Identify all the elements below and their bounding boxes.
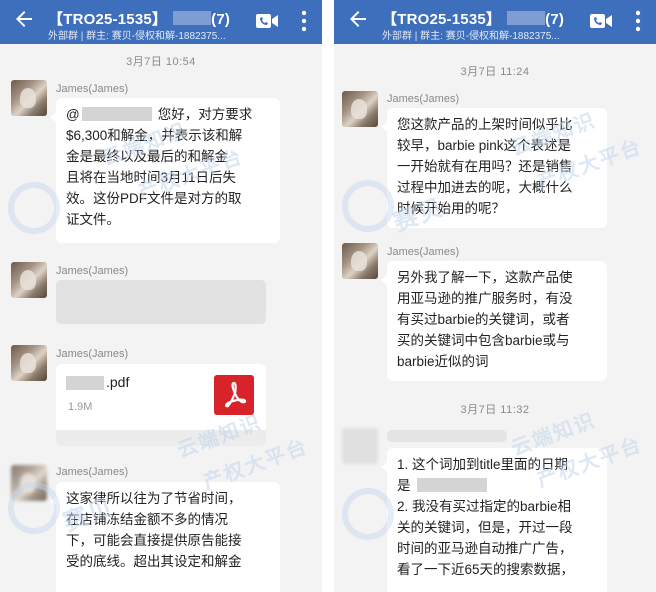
message-bubble[interactable]: 这家律所以往为了节省时间， 在店铺冻结金额不多的情况 下，可能会直接提供原告能接… bbox=[50, 482, 280, 592]
avatar[interactable] bbox=[342, 428, 378, 464]
message-line: 您这款产品的上架时间似乎比 bbox=[397, 117, 573, 132]
redacted-mention bbox=[81, 107, 152, 121]
message-line: @ 您好，对方要求 bbox=[66, 107, 253, 122]
redacted-sender bbox=[387, 430, 507, 442]
message-line: 过程中加进去的呢，大概什么 bbox=[397, 180, 573, 195]
sender-name: James(James) bbox=[387, 93, 460, 105]
chat-subtitle: 外部群 | 群主: 赛贝-侵权和解-1882375... bbox=[48, 31, 226, 42]
message-line: 金是最终以及最后的和解金 bbox=[66, 149, 228, 164]
message-line: 1. 这个词加到title里面的日期 bbox=[397, 457, 569, 472]
message-line: 下，可能会直接提供原告能接 bbox=[66, 533, 242, 548]
avatar[interactable] bbox=[11, 345, 47, 381]
video-call-icon[interactable] bbox=[590, 12, 612, 30]
chat-title: 【TRO25-1535】 (7) bbox=[48, 11, 231, 28]
timestamp: 3月7日 10:54 bbox=[126, 56, 196, 68]
message-bubble[interactable]: 1. 这个词加到title里面的日期 是 2. 我没有买过指定的barbie相 … bbox=[381, 448, 607, 592]
redacted-message[interactable] bbox=[56, 280, 266, 324]
message-line: 且将在当地时间3月11日后失 bbox=[66, 170, 237, 185]
chat-header: 【TRO25-1535】 (7) 外部群 | 群主: 赛贝-侵权和解-188237… bbox=[334, 0, 656, 44]
message-line: 这家律所以往为了节省时间， bbox=[66, 491, 242, 506]
message-line: 证文件。 bbox=[66, 212, 120, 227]
file-size: 1.9M bbox=[68, 401, 93, 413]
chat-title: 【TRO25-1535】 (7) bbox=[382, 11, 565, 28]
file-footer bbox=[56, 430, 266, 446]
more-vertical-icon[interactable] bbox=[301, 10, 307, 32]
redacted-name bbox=[507, 11, 546, 25]
message-line: 2. 我没有买过指定的barbie相 bbox=[397, 499, 572, 514]
avatar[interactable] bbox=[11, 465, 47, 501]
sender-name: James(James) bbox=[56, 466, 129, 478]
timestamp: 3月7日 11:24 bbox=[460, 66, 530, 78]
video-call-icon[interactable] bbox=[256, 12, 278, 30]
sender-name: James(James) bbox=[56, 83, 129, 95]
timestamp: 3月7日 11:32 bbox=[460, 404, 530, 416]
message-line: 关的关键词，但是，开过一段 bbox=[397, 520, 573, 535]
more-vertical-icon[interactable] bbox=[635, 10, 641, 32]
file-message[interactable]: .pdf 1.9M bbox=[56, 364, 266, 446]
message-line: barbie近似的词 bbox=[397, 354, 489, 369]
chat-header: 【TRO25-1535】 (7) 外部群 | 群主: 赛贝-侵权和解-188237… bbox=[0, 0, 322, 44]
sender-name: James(James) bbox=[56, 348, 129, 360]
message-line: 受的底线。超出其设定和解金 bbox=[66, 554, 242, 569]
message-line: 效。这份PDF文件是对方的取 bbox=[66, 191, 242, 206]
message-bubble[interactable]: @ 您好，对方要求 $6,300和解金，并表示该和解 金是最终以及最后的和解金 且… bbox=[50, 98, 280, 243]
message-line: 时候开始用的呢？ bbox=[397, 201, 505, 216]
arrow-left-icon[interactable] bbox=[12, 7, 36, 31]
message-line: 一开始就有在用吗？还是销售 bbox=[397, 159, 573, 174]
message-line: 较早，barbie pink这个表述是 bbox=[397, 138, 572, 153]
avatar[interactable] bbox=[11, 262, 47, 298]
redacted-name bbox=[173, 11, 212, 25]
message-line: 另外我了解一下，这款产品使 bbox=[397, 270, 573, 285]
redacted-date bbox=[416, 478, 487, 492]
message-line: 看了一下近65天的搜索数据， bbox=[397, 562, 575, 577]
message-bubble[interactable]: 另外我了解一下，这款产品使 用亚马逊的推广服务时，有没 有买过barbie的关键… bbox=[381, 261, 607, 381]
redacted-filename bbox=[66, 376, 104, 390]
message-line: 用亚马逊的推广服务时，有没 bbox=[397, 291, 573, 306]
message-line: $6,300和解金，并表示该和解 bbox=[66, 128, 243, 143]
sender-name: James(James) bbox=[56, 265, 129, 277]
message-line: 有买过barbie的关键词，或者 bbox=[397, 312, 570, 327]
message-bubble[interactable]: 您这款产品的上架时间似乎比 较早，barbie pink这个表述是 一开始就有在… bbox=[381, 108, 607, 228]
chat-panel-right: 【TRO25-1535】 (7) 外部群 | 群主: 赛贝-侵权和解-188237… bbox=[334, 0, 656, 592]
file-extension: .pdf bbox=[106, 374, 130, 390]
arrow-left-icon[interactable] bbox=[346, 7, 370, 31]
message-line: 在店铺冻结金额不多的情况 bbox=[66, 512, 228, 527]
sender-name: James(James) bbox=[387, 246, 460, 258]
avatar[interactable] bbox=[11, 80, 47, 116]
message-line: 时间的亚马逊自动推广广告， bbox=[397, 541, 573, 556]
avatar[interactable] bbox=[342, 243, 378, 279]
message-line: 买的关键词中包含barbie或与 bbox=[397, 333, 570, 348]
chat-panel-left: 【TRO25-1535】 (7) 外部群 | 群主: 赛贝-侵权和解-188237… bbox=[0, 0, 322, 592]
avatar[interactable] bbox=[342, 91, 378, 127]
chat-subtitle: 外部群 | 群主: 赛贝-侵权和解-1882375... bbox=[382, 31, 560, 42]
pdf-icon bbox=[214, 375, 254, 415]
message-line: 是 bbox=[397, 475, 597, 496]
